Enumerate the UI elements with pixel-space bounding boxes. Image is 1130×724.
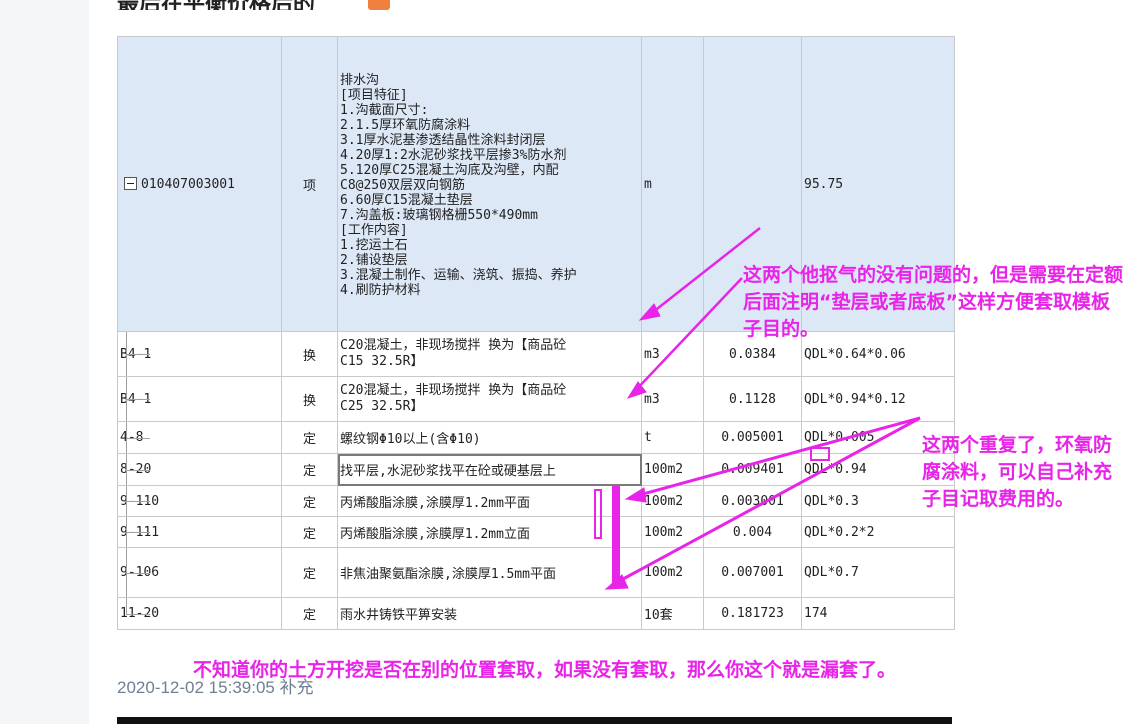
arrow-line-4 [611, 416, 921, 587]
arrow-head-1 [638, 303, 661, 321]
annotation-bar [612, 486, 620, 588]
arrow-line-3 [631, 416, 921, 499]
media-bar [117, 717, 952, 724]
annotation-note-1: 这两个他抠气的没有问题的，但是需要在定额后面注明“垫层或者底板”这样方便套取模板… [743, 264, 1124, 340]
annotation-arrows [594, 227, 921, 590]
annotation-bracket [594, 489, 602, 539]
arrow-line-2 [633, 277, 743, 393]
annotation-note-3: 不知道你的土方开挖是否在别的位置套取，如果没有套取，那么你这个就是漏套了。 [193, 659, 897, 681]
arrow-head-3 [624, 487, 647, 503]
annotation-note-2: 这两个重复了，环氧防腐涂料，可以自己补充子目记取费用的。 [922, 434, 1113, 510]
annotation-marker [810, 447, 830, 461]
arrow-head-2 [626, 381, 647, 399]
